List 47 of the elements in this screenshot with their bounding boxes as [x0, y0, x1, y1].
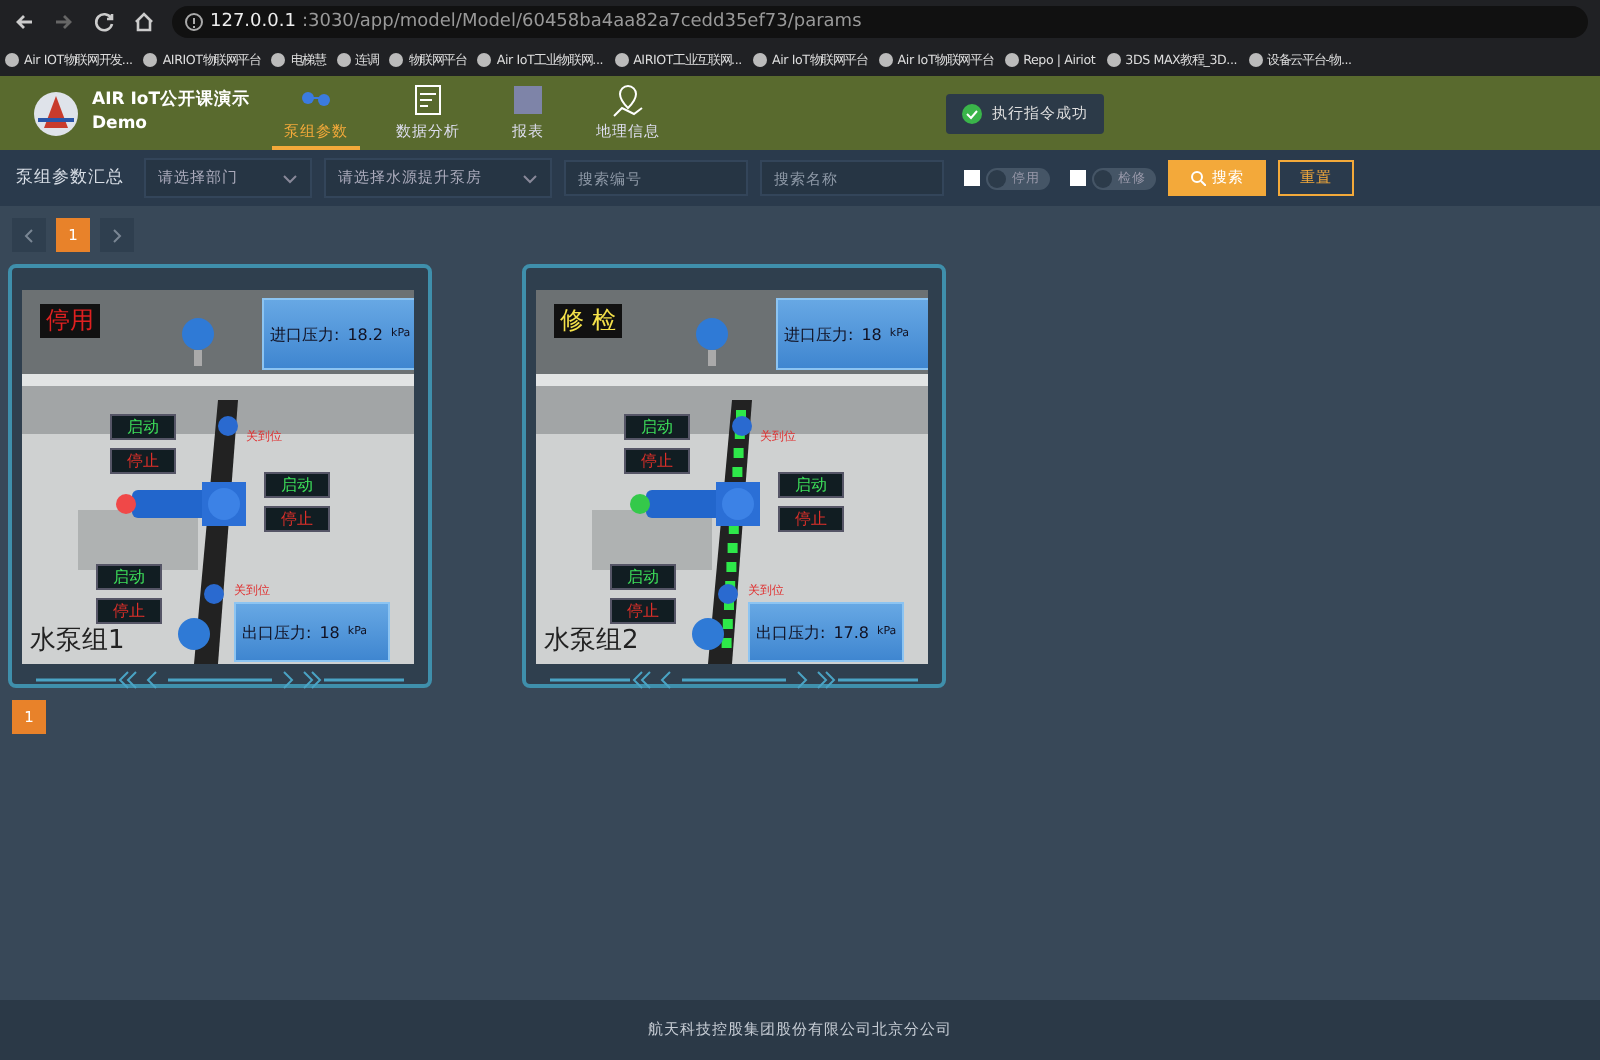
- stop-button[interactable]: 停止: [610, 598, 676, 624]
- url-path: :3030/app/model/Model/60458ba4aa82a7cedd35ef73/params: [301, 12, 862, 32]
- reload-icon[interactable]: [92, 10, 116, 34]
- home-icon[interactable]: [132, 10, 156, 34]
- forward-arrow-icon[interactable]: [52, 10, 76, 34]
- back-arrow-icon[interactable]: [12, 10, 36, 34]
- pump-group-name: 水泵组1: [30, 624, 125, 658]
- info-icon[interactable]: [184, 12, 204, 32]
- pressure-label: 出口压力:: [242, 621, 312, 643]
- start-button[interactable]: 启动: [264, 472, 330, 498]
- stop-button[interactable]: 停止: [778, 506, 844, 532]
- start-button[interactable]: 启动: [624, 414, 690, 440]
- url-host: 127.0.0.1: [210, 12, 296, 32]
- stop-button[interactable]: 停止: [110, 448, 176, 474]
- start-button[interactable]: 启动: [96, 564, 162, 590]
- checkbox[interactable]: [964, 170, 980, 186]
- checkbox[interactable]: [1070, 170, 1086, 186]
- address-bar[interactable]: 127.0.0.1 :3030/app/model/Model/60458ba4aa82a7cedd35ef73/params: [172, 6, 1588, 38]
- pump-group-name: 水泵组2: [544, 624, 639, 658]
- pressure-value: 18: [319, 623, 340, 641]
- chevron-right-icon: [110, 227, 124, 243]
- next-page-button[interactable]: [100, 218, 134, 252]
- pressure-value: 18: [861, 325, 882, 343]
- chevron-down-icon: [522, 171, 538, 185]
- status-label: 修 检: [554, 304, 622, 338]
- app-name: AIR IoT公开课演示Demo: [92, 90, 252, 136]
- square-icon: [508, 81, 548, 117]
- start-button[interactable]: 启动: [610, 564, 676, 590]
- start-button[interactable]: 启动: [778, 472, 844, 498]
- chevron-left-icon: [22, 227, 36, 243]
- stop-button[interactable]: 停止: [264, 506, 330, 532]
- stop-button[interactable]: 停止: [96, 598, 162, 624]
- check-circle-icon: [962, 104, 982, 124]
- start-button[interactable]: 启动: [110, 414, 176, 440]
- chevron-down-icon: [282, 171, 298, 185]
- stop-button[interactable]: 停止: [624, 448, 690, 474]
- map-pin-icon: [608, 81, 648, 117]
- pressure-label: 进口压力:: [784, 323, 854, 345]
- pressure-value: 18.2: [347, 325, 384, 343]
- pressure-label: 出口压力:: [756, 621, 826, 643]
- previous-page-button[interactable]: [12, 218, 46, 252]
- logo-icon: [32, 89, 80, 137]
- status-label: 停用: [40, 304, 100, 338]
- pressure-label: 进口压力:: [270, 323, 340, 345]
- section-title: 泵组参数汇总: [16, 166, 124, 190]
- pressure-value: 17.8: [833, 623, 870, 641]
- search-icon: [1190, 170, 1206, 186]
